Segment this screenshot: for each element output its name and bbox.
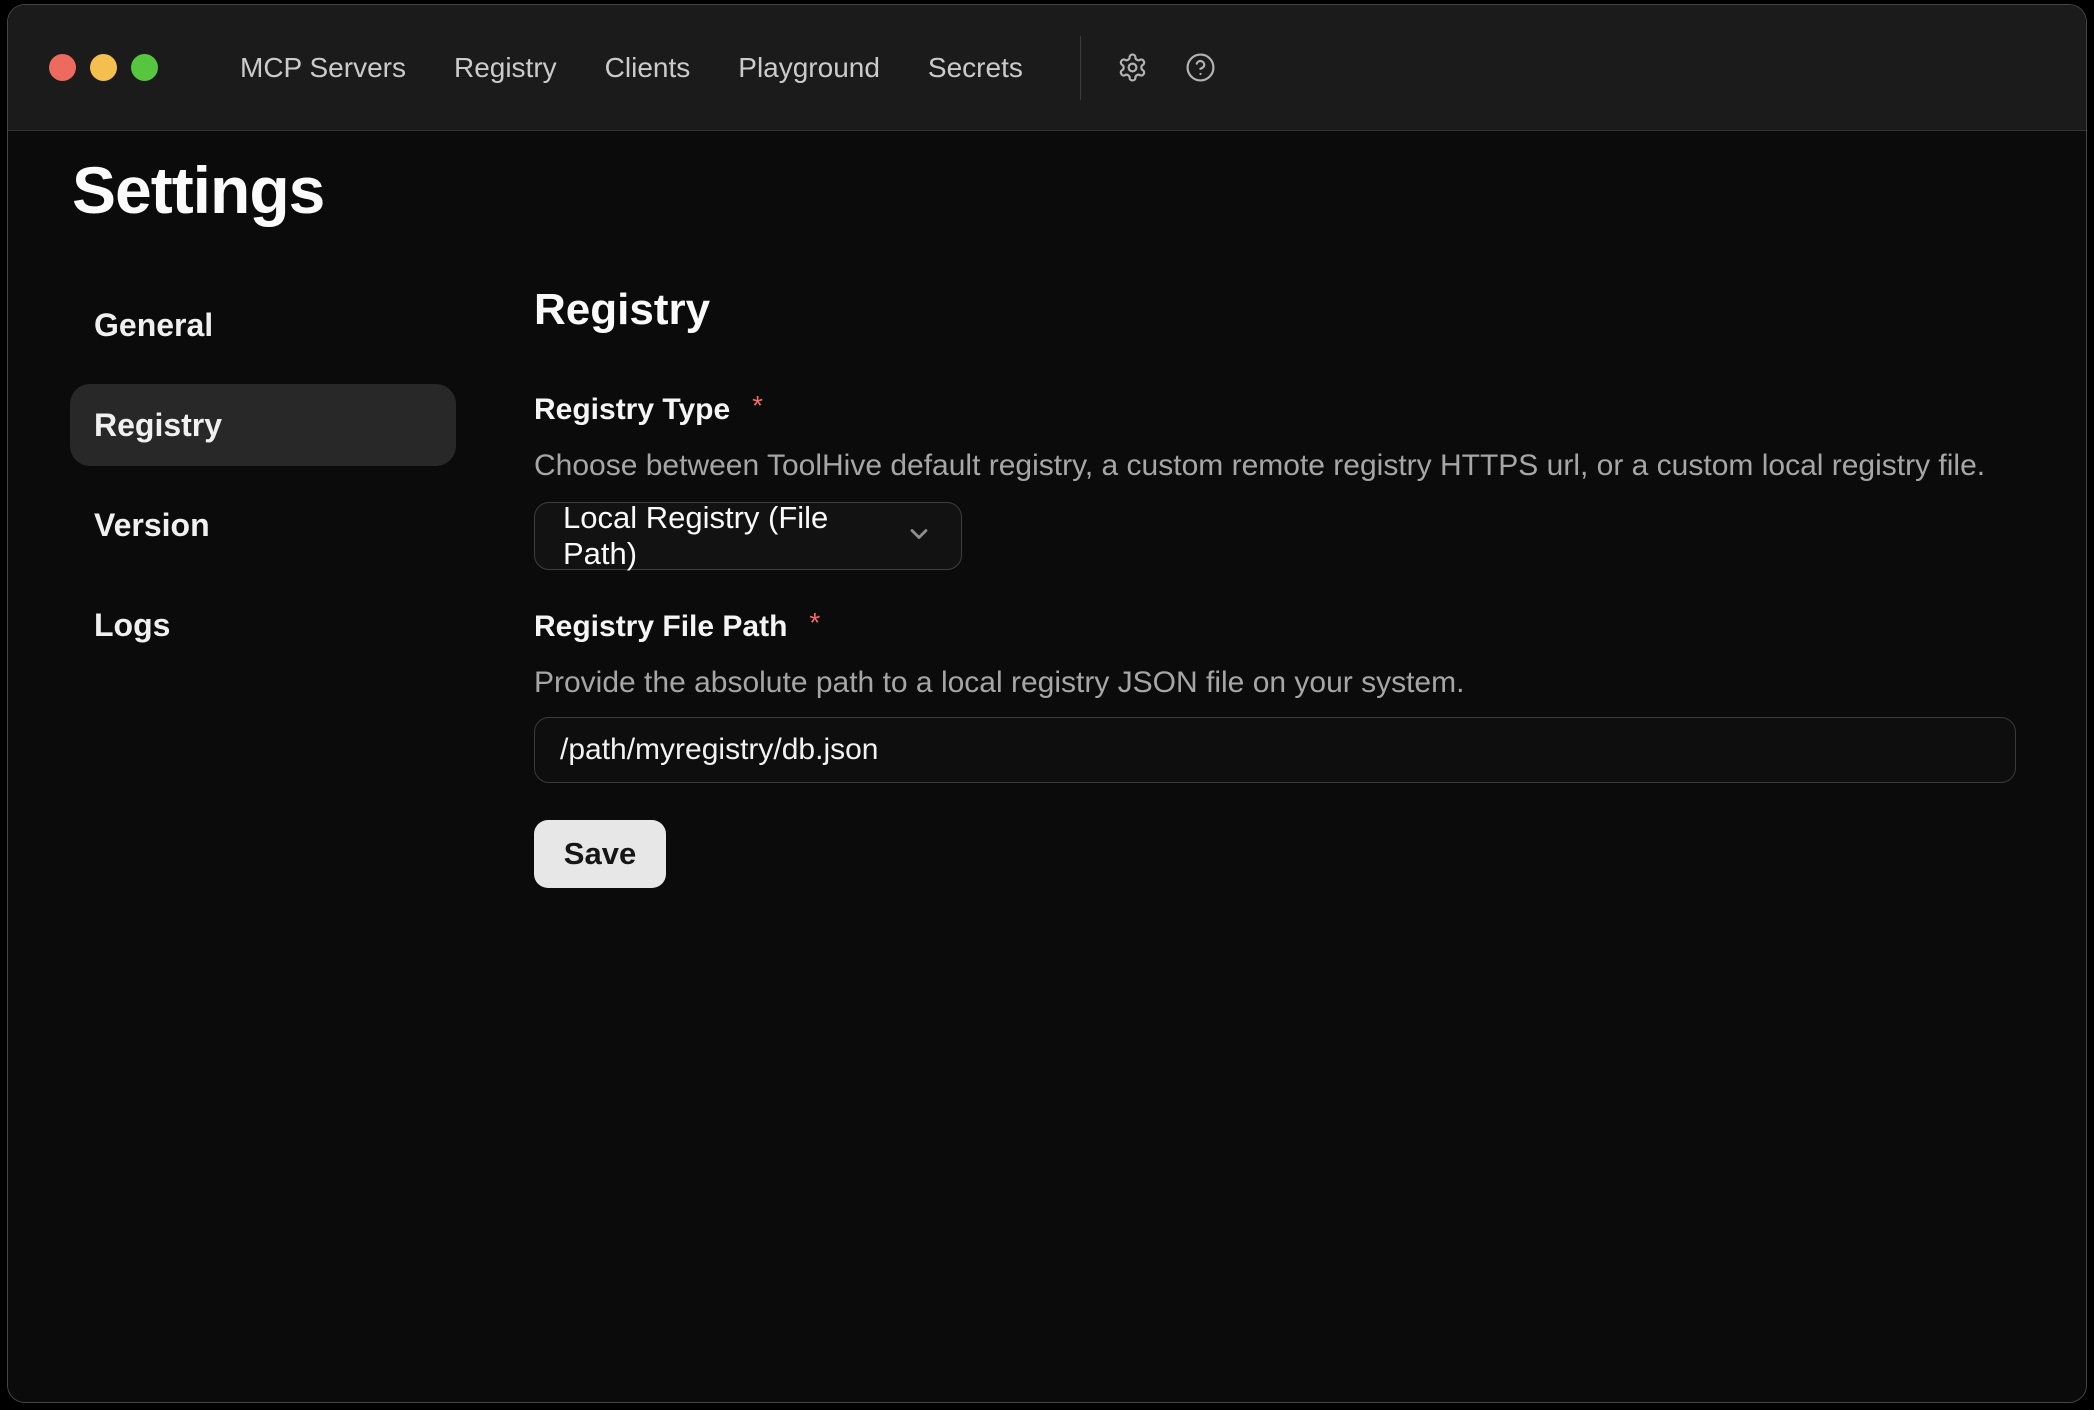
nav-item-playground[interactable]: Playground [738,52,880,84]
settings-sidebar: General Registry Version Logs [70,284,456,684]
nav-item-mcp-servers[interactable]: MCP Servers [240,52,406,84]
registry-type-select[interactable]: Local Registry (File Path) [534,502,962,570]
nav-item-clients[interactable]: Clients [605,52,691,84]
sidebar-item-general[interactable]: General [70,284,456,366]
file-path-label: Registry File Path [534,609,787,645]
page-title: Settings [72,157,324,223]
file-path-description: Provide the absolute path to a local reg… [534,665,1464,701]
sidebar-item-version[interactable]: Version [70,484,456,566]
titlebar: MCP Servers Registry Clients Playground … [8,5,2086,131]
settings-page: Settings General Registry Version Logs R… [8,132,2086,1402]
sidebar-item-registry[interactable]: Registry [70,384,456,466]
sidebar-item-logs[interactable]: Logs [70,584,456,666]
main-nav: MCP Servers Registry Clients Playground … [240,52,1023,84]
zoom-window-button[interactable] [131,54,158,81]
section-heading: Registry [534,288,710,332]
titlebar-divider [1080,36,1081,100]
file-path-input[interactable] [534,717,2016,783]
minimize-window-button[interactable] [90,54,117,81]
nav-item-secrets[interactable]: Secrets [928,52,1023,84]
required-asterisk: * [809,609,820,637]
traffic-lights [49,54,158,81]
save-button[interactable]: Save [534,820,666,888]
nav-item-registry[interactable]: Registry [454,52,557,84]
registry-type-label-row: Registry Type * [534,392,763,428]
app-window: MCP Servers Registry Clients Playground … [7,4,2087,1403]
registry-type-selected-value: Local Registry (File Path) [563,500,905,572]
help-circle-icon[interactable] [1185,52,1216,83]
required-asterisk: * [752,392,763,420]
registry-type-description: Choose between ToolHive default registry… [534,448,1985,484]
chevron-down-icon [905,520,933,553]
file-path-label-row: Registry File Path * [534,609,820,645]
registry-type-label: Registry Type [534,392,730,428]
close-window-button[interactable] [49,54,76,81]
gear-icon[interactable] [1117,52,1148,83]
